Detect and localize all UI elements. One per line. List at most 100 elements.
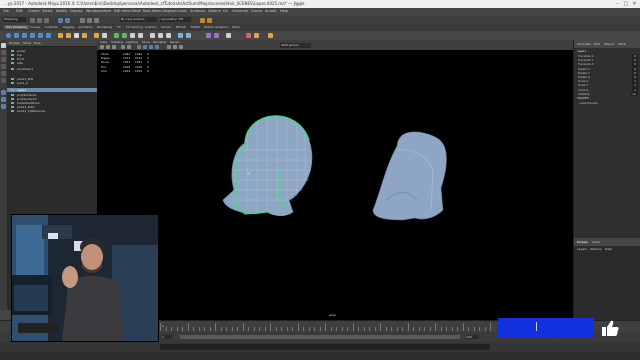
script-icon[interactable]	[246, 33, 251, 38]
channel-box-tab-channels[interactable]: Channels	[577, 40, 591, 48]
poly-cone-icon[interactable]	[30, 33, 35, 38]
menu-generate[interactable]: Generate	[232, 9, 248, 13]
poly-torus-icon[interactable]	[38, 33, 43, 38]
poly-sphere-icon[interactable]	[6, 33, 11, 38]
multi-cut-icon[interactable]	[150, 33, 155, 38]
open-scene-icon[interactable]	[37, 18, 42, 23]
menu-mesh-display[interactable]: Mesh Display	[152, 9, 175, 13]
menu-file[interactable]: File	[3, 9, 9, 13]
shelf-tab-bifrost[interactable]: Bifrost	[176, 25, 186, 29]
custom-tool-icon[interactable]	[206, 33, 211, 38]
snap-grid-icon[interactable]	[80, 18, 85, 23]
shelf-tab-rendering[interactable]: Rendering	[97, 25, 112, 29]
smooth-shade-icon[interactable]	[143, 45, 147, 49]
wireframe-on-shaded-icon[interactable]	[149, 45, 153, 49]
shelf-tab-arnold[interactable]: Arnold	[161, 25, 171, 29]
extract-icon[interactable]	[74, 33, 79, 38]
layer-tab-display[interactable]: Display	[577, 238, 588, 246]
smooth-icon[interactable]	[82, 33, 87, 38]
xray-icon[interactable]	[155, 45, 159, 49]
outliner-item[interactable]: pairs1_1000pieces	[7, 109, 97, 113]
subscribe-banner[interactable]: |	[498, 318, 594, 338]
shadows-icon[interactable]	[167, 45, 171, 49]
channel-box-tab-show[interactable]: Show	[618, 40, 626, 48]
menu-help[interactable]: Help	[280, 9, 288, 13]
four-pane-layout-icon[interactable]	[1, 97, 6, 102]
poly-cube-icon[interactable]	[14, 33, 19, 38]
camera-select-icon[interactable]	[100, 45, 104, 49]
render-icon[interactable]	[200, 18, 205, 23]
combine-icon[interactable]	[58, 33, 63, 38]
shelf-tab-curves[interactable]: Curves	[30, 25, 40, 29]
shelf-tab-rigging[interactable]: Rigging	[63, 25, 74, 29]
history-icon[interactable]	[254, 33, 259, 38]
shelf-tab-fx[interactable]: FX	[117, 25, 121, 29]
shelf-tab-poly-modeling[interactable]: Poly Modeling	[4, 25, 29, 29]
shelf-tab-custom[interactable]: Custom	[145, 25, 157, 29]
extrude-icon[interactable]	[114, 33, 119, 38]
move-tool-icon[interactable]	[1, 64, 6, 69]
outliner-layout-icon[interactable]	[1, 104, 6, 109]
menu-surfaces[interactable]: Surfaces	[190, 9, 205, 13]
shelf-tab-mash[interactable]: MASH	[191, 25, 200, 29]
menu-edit-mesh[interactable]: Edit Mesh	[114, 9, 131, 13]
layer-menu-help[interactable]: Help	[605, 247, 612, 251]
shelf-tab-fx-caching[interactable]: FX Caching	[126, 25, 143, 29]
bookmark-icon[interactable]	[112, 45, 116, 49]
anti-alias-icon[interactable]	[179, 45, 183, 49]
maximize-button[interactable]: □	[623, 0, 630, 8]
outliner-menu-help[interactable]: Help	[34, 41, 41, 45]
live-surface-field[interactable]: No Live Surface	[120, 17, 157, 22]
mel-input[interactable]	[160, 344, 490, 350]
outliner-item-selected[interactable]: cape1	[7, 88, 97, 92]
uv-editor-icon[interactable]	[178, 33, 183, 38]
layer-tab-anim[interactable]: Anim	[592, 238, 600, 246]
color-space-dropdown[interactable]: sRGB gamma	[280, 43, 311, 48]
menu-cache[interactable]: Cache	[251, 9, 262, 13]
viewport-3d[interactable]: ↖	[97, 50, 573, 320]
planar-map-icon[interactable]	[186, 33, 191, 38]
layer-menu-layers[interactable]: Layers	[577, 247, 587, 251]
menu-curves[interactable]: Curves	[175, 9, 187, 13]
single-pane-layout-icon[interactable]	[1, 90, 6, 95]
menu-mesh-tools[interactable]: Mesh Tools	[132, 9, 151, 13]
attribute-value[interactable]: on	[630, 91, 638, 97]
fill-hole-icon[interactable]	[138, 33, 143, 38]
menu-edit[interactable]: Edit	[16, 9, 23, 13]
shelf-tab-animation[interactable]: Animation	[78, 25, 93, 29]
select-by-component-icon[interactable]	[65, 18, 70, 23]
outliner-item[interactable]: pairs_b	[7, 81, 97, 85]
menu-arnold[interactable]: Arnold	[265, 9, 276, 13]
edge-loop-icon[interactable]	[166, 33, 171, 38]
minimize-button[interactable]: –	[614, 0, 621, 8]
menu-deform[interactable]: Deform	[208, 9, 221, 13]
menu-select[interactable]: Select	[42, 9, 53, 13]
shelf-tab-motion-graphics[interactable]: Motion Graphics	[204, 25, 228, 29]
bridge-icon[interactable]	[122, 33, 127, 38]
poly-cylinder-icon[interactable]	[22, 33, 27, 38]
new-scene-icon[interactable]	[30, 18, 35, 23]
outliner-menu-show[interactable]: Show	[23, 41, 31, 45]
shelf-tab-surfaces[interactable]: Surfaces	[45, 25, 58, 29]
save-scene-icon[interactable]	[44, 18, 49, 23]
menu-display[interactable]: Display	[70, 9, 83, 13]
close-button[interactable]: ✕	[631, 0, 638, 8]
menu-modify[interactable]: Modify	[56, 9, 68, 13]
outliner-item[interactable]: pCylinder1	[7, 67, 97, 71]
snap-curve-icon[interactable]	[87, 18, 92, 23]
poly-plane-icon[interactable]	[46, 33, 51, 38]
lasso-tool-icon[interactable]	[1, 50, 6, 55]
viewport-menu-shading[interactable]: Shading	[111, 40, 123, 44]
scale-tool-icon[interactable]	[1, 78, 6, 83]
film-gate-icon[interactable]	[127, 45, 131, 49]
grid-toggle-icon[interactable]	[121, 45, 125, 49]
workspace-dropdown[interactable]: Modeling	[3, 17, 26, 22]
viewport-menu-panels[interactable]: Panels	[170, 40, 180, 44]
quad-draw-icon[interactable]	[226, 33, 231, 38]
outliner-menu-display[interactable]: Display	[9, 41, 20, 45]
select-tool-icon[interactable]	[1, 43, 6, 48]
wireframe-icon[interactable]	[137, 45, 141, 49]
mirror-icon[interactable]	[102, 33, 107, 38]
separate-icon[interactable]	[66, 33, 71, 38]
outliner-item[interactable]: side	[7, 61, 97, 65]
